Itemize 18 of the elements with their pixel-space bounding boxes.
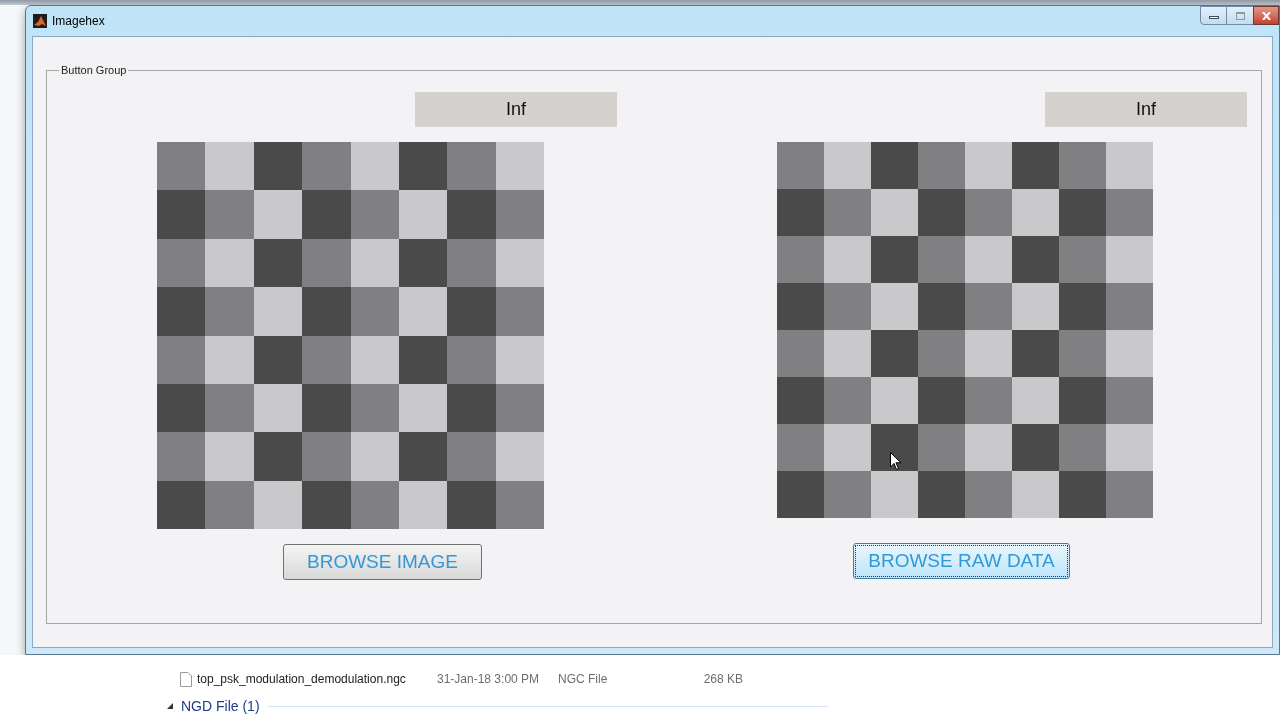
file-size: 268 KB: [702, 671, 743, 687]
group-header[interactable]: NGD File (1): [166, 697, 260, 715]
file-name[interactable]: top_psk_modulation_demodulation.ngc: [197, 671, 437, 687]
value-display: Inf: [1045, 92, 1247, 127]
app-logo-icon: [33, 14, 47, 28]
file-type: NGC File: [558, 671, 609, 687]
minimize-button[interactable]: [1200, 6, 1227, 25]
value-display: Inf: [415, 92, 617, 127]
expanded-triangle-icon: [166, 702, 174, 710]
minimize-icon: [1208, 16, 1219, 19]
window-title: Imagehex: [52, 13, 105, 29]
file-date: 31-Jan-18 3:00 PM: [437, 671, 541, 687]
close-button[interactable]: [1253, 6, 1279, 25]
maximize-icon: [1235, 11, 1245, 20]
close-icon: [1261, 11, 1271, 20]
mouse-pointer-icon: [890, 452, 902, 471]
document-icon: [180, 671, 192, 687]
panel-title: Button Group: [60, 63, 128, 77]
